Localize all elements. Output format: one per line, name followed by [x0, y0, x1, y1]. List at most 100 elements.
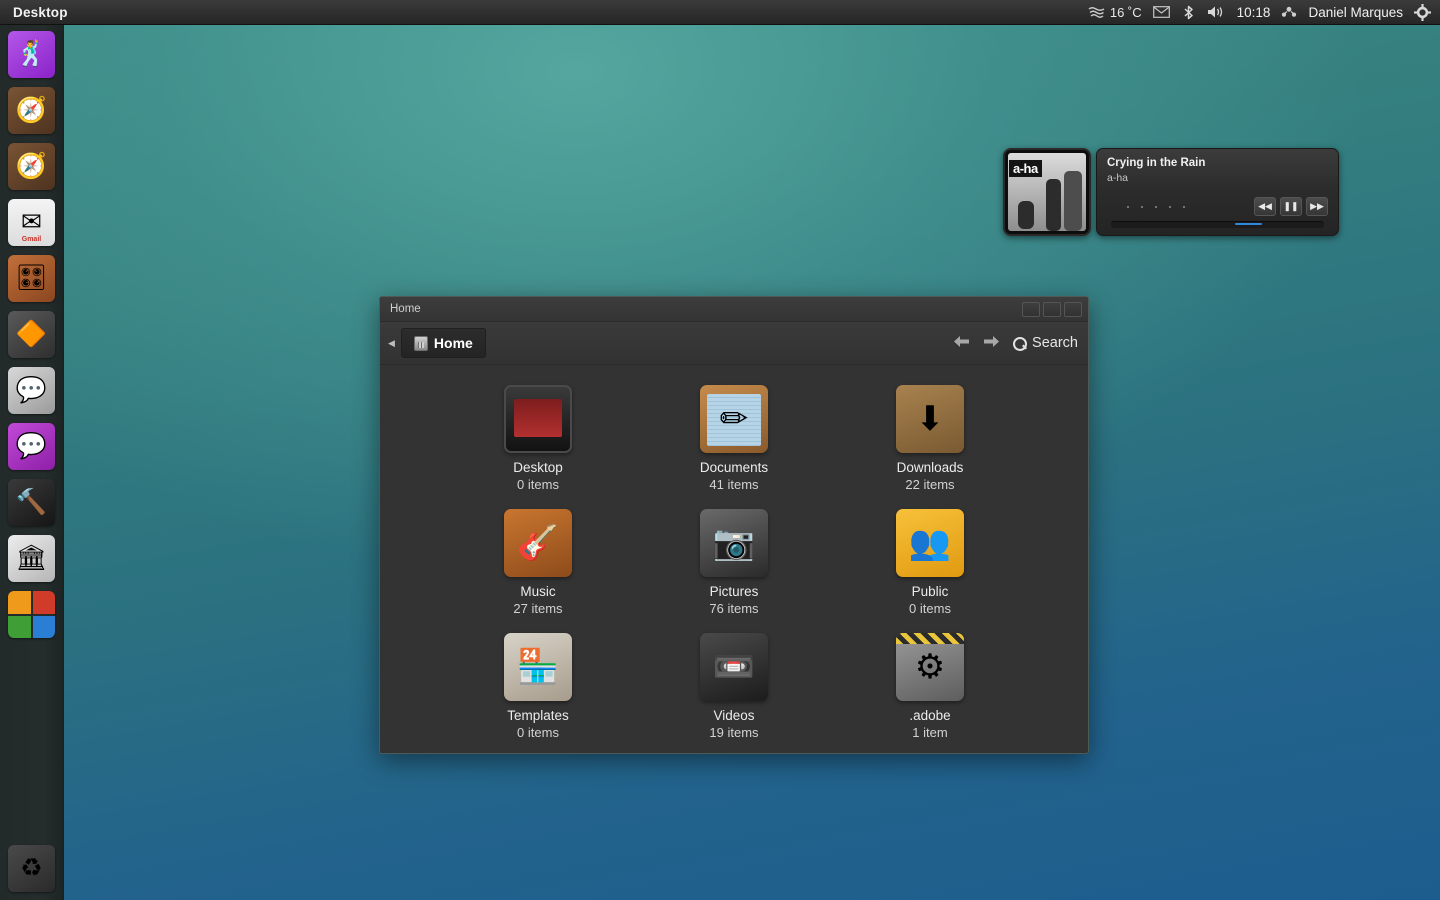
folder-icon-Documents: ✏: [700, 385, 768, 453]
file-list-body: Desktop 0 items ✏ Documents 41 items ⬇ Downloa…: [380, 365, 1088, 753]
search-icon: [1013, 336, 1028, 351]
folder-item[interactable]: 🏪 Templates 0 items: [440, 633, 636, 740]
rating-dot[interactable]: [1127, 205, 1129, 208]
weather-indicator[interactable]: 16 ˚C: [1088, 5, 1142, 20]
folder-item-count: 22 items: [905, 477, 955, 492]
media-player-osd: a-ha Crying in the Rain a-ha ◀◀ ❚❚ ▶▶: [1003, 148, 1339, 236]
folder-name: Videos: [713, 708, 755, 723]
bluetooth-icon[interactable]: [1181, 5, 1196, 20]
track-title: Crying in the Rain: [1107, 157, 1206, 169]
folder-icon-Public: 👥: [896, 509, 964, 577]
folder-grid: Desktop 0 items ✏ Documents 41 items ⬇ Downloa…: [380, 385, 1088, 740]
folder-item-count: 19 items: [709, 725, 759, 740]
media-player-panel: Crying in the Rain a-ha ◀◀ ❚❚ ▶▶: [1096, 148, 1339, 236]
application-dock: 🕺 🧭 🧭 ✉ Gmail 🎛 🔶 💬 💬 🔨 🏛 ♻: [0, 25, 64, 900]
previous-button[interactable]: ◀◀: [1254, 197, 1276, 216]
folder-icon-Templates: 🏪: [504, 633, 572, 701]
window-toolbar: ◀ Home Search: [380, 322, 1088, 365]
folder-item[interactable]: 📼 Videos 19 items: [636, 633, 832, 740]
search-label: Search: [1032, 335, 1078, 351]
folder-item[interactable]: ⚙ .adobe 1 item: [832, 633, 1028, 740]
folder-item[interactable]: Desktop 0 items: [440, 385, 636, 492]
seek-progress: [1234, 223, 1263, 225]
pause-button[interactable]: ❚❚: [1280, 197, 1302, 216]
folder-name: Music: [520, 584, 556, 599]
folder-item[interactable]: 🎸 Music 27 items: [440, 509, 636, 616]
gmail-label: Gmail: [21, 236, 42, 243]
messenger-icon: 💬: [15, 432, 48, 460]
close-button[interactable]: [1064, 301, 1082, 317]
folder-icon-Downloads: ⬇: [896, 385, 964, 453]
folder-glyph: 🎸: [516, 524, 560, 562]
vlc-media-player-icon: 🔶: [15, 320, 48, 348]
dock-item-web-browser-2[interactable]: 🧭: [8, 143, 55, 190]
album-title-tag: a-ha: [1009, 160, 1042, 177]
temperature-label: 16 ˚C: [1109, 4, 1142, 20]
top-panel: Desktop 16 ˚C 10:18 Daniel Marques: [0, 0, 1440, 25]
nav-forward-button[interactable]: [983, 335, 1000, 352]
web-browser-1-icon: 🧭: [15, 96, 48, 124]
audio-player-icon: 🎛: [15, 264, 48, 292]
dock-item-trash[interactable]: ♻: [8, 845, 55, 892]
folder-item[interactable]: ✏ Documents 41 items: [636, 385, 832, 492]
folder-item[interactable]: 📷 Pictures 76 items: [636, 509, 832, 616]
folder-icon-adobe: ⚙: [896, 633, 964, 701]
folder-glyph: 📼: [712, 648, 756, 686]
dock-item-messenger[interactable]: 💬: [8, 423, 55, 470]
clock[interactable]: 10:18: [1237, 5, 1271, 20]
rating-dot[interactable]: [1169, 205, 1171, 208]
folder-name: .adobe: [909, 708, 951, 723]
rating-dots[interactable]: [1127, 205, 1185, 208]
dock-item-color-squares-app[interactable]: [8, 591, 55, 638]
folder-item-count: 0 items: [517, 477, 559, 492]
home-folder-icon: [413, 335, 428, 351]
folder-icon-Pictures: 📷: [700, 509, 768, 577]
maximize-button[interactable]: [1043, 301, 1061, 317]
folder-item[interactable]: 👥 Public 0 items: [832, 509, 1028, 616]
breadcrumb-label: Home: [433, 335, 473, 351]
next-button[interactable]: ▶▶: [1306, 197, 1328, 216]
dock-item-software-center[interactable]: 🏛: [8, 535, 55, 582]
file-manager-window: Home ◀ Home Search Desktop 0 items ✏ Docum: [379, 296, 1089, 754]
folder-item-count: 0 items: [909, 601, 951, 616]
dock-item-system-tools[interactable]: 🔨: [8, 479, 55, 526]
dock-item-files-nautilus[interactable]: 🕺: [8, 31, 55, 78]
dock-item-vlc-media-player[interactable]: 🔶: [8, 311, 55, 358]
dock-item-chat-client[interactable]: 💬: [8, 367, 55, 414]
rating-dot[interactable]: [1155, 205, 1157, 208]
user-name-label[interactable]: Daniel Marques: [1308, 5, 1403, 20]
minimize-button[interactable]: [1022, 301, 1040, 317]
weather-waves-icon: [1088, 6, 1105, 19]
window-controls: [1022, 301, 1082, 317]
rating-dot[interactable]: [1183, 205, 1185, 208]
speaker-volume-icon[interactable]: [1207, 5, 1226, 19]
seek-bar[interactable]: [1111, 221, 1324, 228]
folder-item-count: 0 items: [517, 725, 559, 740]
dock-item-web-browser-1[interactable]: 🧭: [8, 87, 55, 134]
envelope-icon[interactable]: [1152, 6, 1170, 18]
files-nautilus-icon: 🕺: [15, 40, 48, 68]
breadcrumb-home[interactable]: Home: [400, 328, 486, 358]
dock-item-gmail[interactable]: ✉ Gmail: [8, 199, 55, 246]
gmail-icon: ✉: [21, 208, 42, 236]
dock-item-audio-player[interactable]: 🎛: [8, 255, 55, 302]
folder-item[interactable]: ⬇ Downloads 22 items: [832, 385, 1028, 492]
folder-item-count: 76 items: [709, 601, 759, 616]
folder-name: Desktop: [513, 460, 563, 475]
gear-icon[interactable]: [1414, 3, 1431, 21]
breadcrumb-collapse-icon[interactable]: ◀: [388, 338, 395, 349]
trash-icon: ♻: [20, 854, 43, 882]
web-browser-2-icon: 🧭: [15, 152, 48, 180]
folder-name: Pictures: [709, 584, 759, 599]
folder-item-count: 41 items: [709, 477, 759, 492]
folder-name: Downloads: [896, 460, 964, 475]
software-center-icon: 🏛: [15, 544, 48, 572]
window-titlebar[interactable]: Home: [380, 297, 1088, 322]
track-artist: a-ha: [1107, 172, 1129, 184]
search-button[interactable]: Search: [1013, 335, 1078, 351]
folder-glyph: 📷: [712, 524, 756, 562]
rating-dot[interactable]: [1141, 205, 1143, 208]
nav-back-button[interactable]: [953, 335, 970, 352]
folder-name: Templates: [507, 708, 569, 723]
user-status-icon[interactable]: [1281, 6, 1297, 19]
